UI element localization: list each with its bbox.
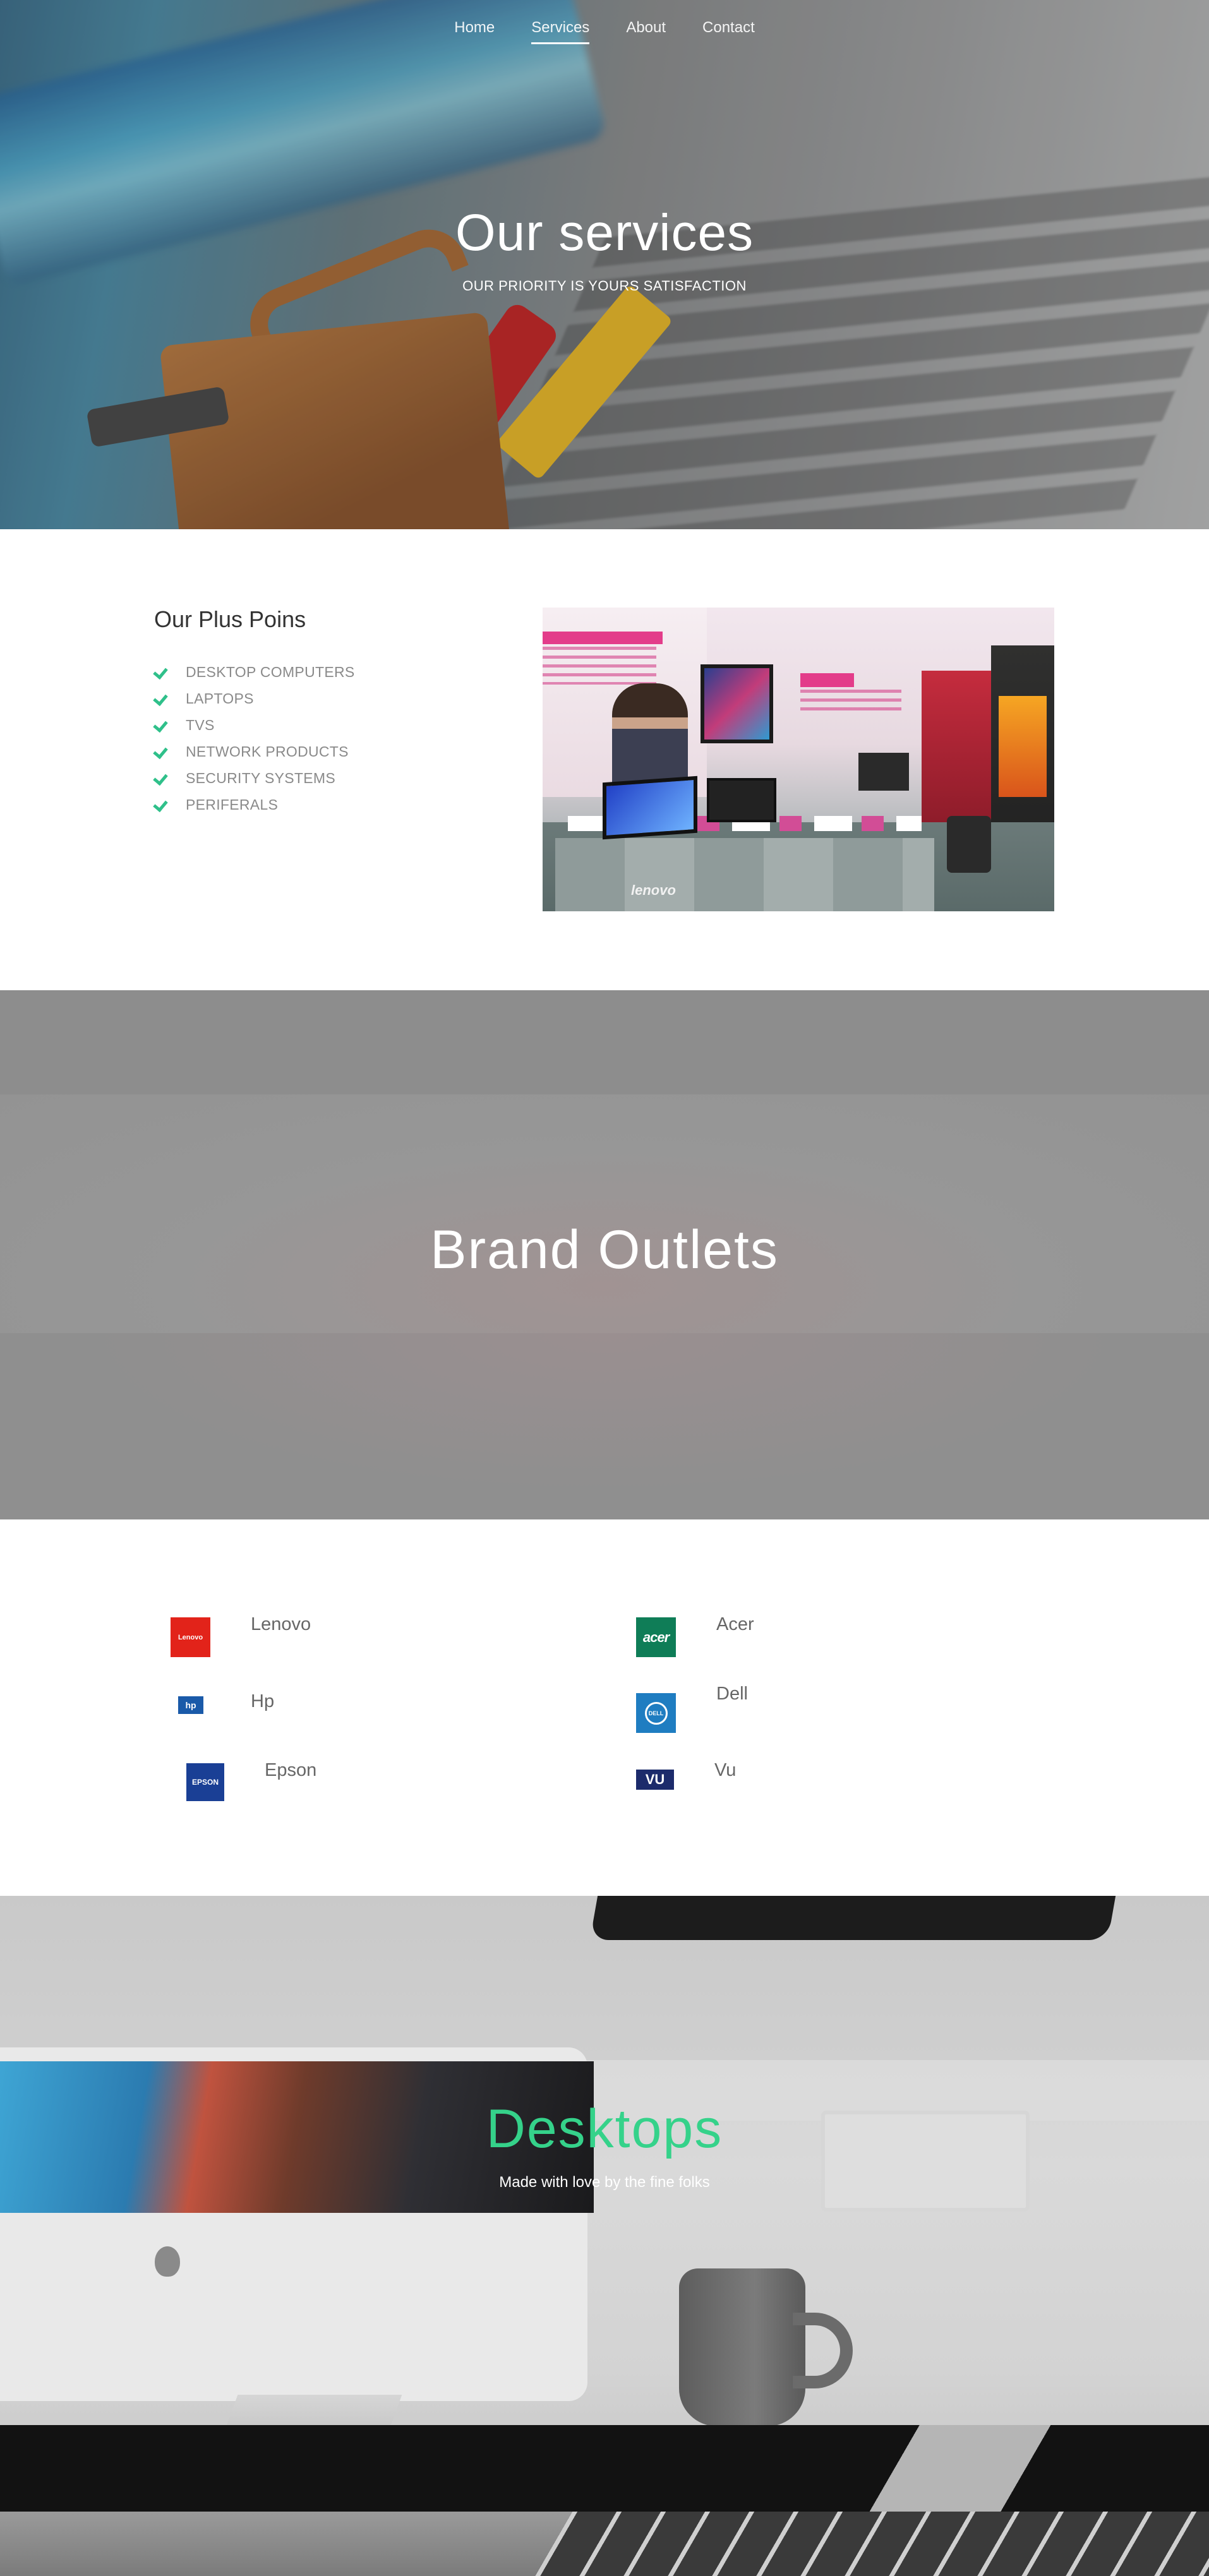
list-item-label: TVS bbox=[186, 716, 215, 733]
hero-overlay bbox=[0, 0, 1209, 529]
hp-logo-icon: hp bbox=[178, 1696, 203, 1714]
brand-name: Lenovo bbox=[251, 1614, 311, 1634]
list-item-label: SECURITY SYSTEMS bbox=[186, 769, 335, 786]
banner-background-band bbox=[0, 990, 1209, 1094]
store-counter-front bbox=[555, 838, 934, 911]
brand-name: Dell bbox=[716, 1684, 748, 1704]
banner-background-band bbox=[0, 1333, 1209, 1519]
check-icon bbox=[154, 692, 168, 705]
hero-section: Home Services About Contact Our services… bbox=[0, 0, 1209, 529]
check-icon bbox=[154, 771, 168, 785]
list-item-label: LAPTOPS bbox=[186, 690, 254, 707]
brand-name: Vu bbox=[714, 1760, 737, 1780]
store-poster-text bbox=[800, 690, 901, 715]
check-icon bbox=[154, 718, 168, 732]
check-icon bbox=[154, 745, 168, 758]
plus-points-title: Our Plus Poins bbox=[154, 606, 306, 632]
nav-about-link[interactable]: About bbox=[608, 19, 684, 40]
dell-logo-icon: DELL bbox=[636, 1693, 676, 1733]
dell-logo-text: DELL bbox=[644, 1701, 668, 1725]
list-item-label: NETWORK PRODUCTS bbox=[186, 743, 349, 760]
store-display-tv bbox=[701, 664, 773, 743]
store-brand-logo: lenovo bbox=[631, 882, 676, 898]
store-chair bbox=[947, 816, 991, 873]
nav-contact-link[interactable]: Contact bbox=[684, 19, 773, 40]
epson-logo-icon: EPSON bbox=[186, 1763, 224, 1801]
list-item: LAPTOPS bbox=[154, 685, 355, 712]
desk-mug-handle bbox=[793, 2313, 853, 2388]
list-item-label: DESKTOP COMPUTERS bbox=[186, 663, 355, 680]
store-poster bbox=[543, 632, 663, 644]
nav-services-link[interactable]: Services bbox=[513, 19, 608, 44]
brand-outlets-title: Brand Outlets bbox=[430, 1219, 779, 1280]
list-item: TVS bbox=[154, 712, 355, 738]
desk-dark-band-cut bbox=[821, 2425, 1099, 2512]
desktops-subtitle: Made with love by the fine folks bbox=[499, 2174, 710, 2191]
store-poster bbox=[800, 673, 854, 687]
check-icon bbox=[154, 798, 168, 812]
page-subtitle: OUR PRIORITY IS YOURS SATISFACTION bbox=[462, 278, 747, 294]
store-standee-art bbox=[999, 696, 1047, 797]
brand-outlets-section: Brand Outlets bbox=[0, 990, 1209, 1519]
page-title: Our services bbox=[455, 204, 754, 261]
desktops-title: Desktops bbox=[486, 2099, 723, 2159]
list-item: SECURITY SYSTEMS bbox=[154, 765, 355, 791]
brand-item-dell: DELL Dell bbox=[636, 1684, 748, 1733]
brand-name: Epson bbox=[265, 1760, 317, 1780]
store-laptop bbox=[603, 776, 697, 840]
brands-section: Lenovo Lenovo acer Acer hp Hp DELL Dell … bbox=[0, 1519, 1209, 1896]
store-laptop bbox=[707, 778, 776, 822]
brand-name: Hp bbox=[251, 1691, 275, 1711]
brand-name: Acer bbox=[716, 1614, 754, 1634]
desk-mug-image bbox=[679, 2268, 805, 2426]
lenovo-logo-icon: Lenovo bbox=[171, 1617, 210, 1657]
brand-item-acer: acer Acer bbox=[636, 1614, 754, 1657]
brand-item-epson: EPSON Epson bbox=[186, 1760, 317, 1801]
acer-logo-icon: acer bbox=[636, 1617, 676, 1657]
desktops-section: Desktops Made with love by the fine folk… bbox=[0, 1896, 1209, 2576]
vu-logo-icon: VU bbox=[636, 1770, 674, 1790]
list-item: NETWORK PRODUCTS bbox=[154, 738, 355, 765]
apple-logo-icon bbox=[155, 2246, 180, 2277]
plus-points-section: Our Plus Poins DESKTOP COMPUTERS LAPTOPS… bbox=[0, 529, 1209, 990]
main-nav: Home Services About Contact bbox=[0, 19, 1209, 44]
list-item: PERIFERALS bbox=[154, 791, 355, 818]
nav-home-link[interactable]: Home bbox=[436, 19, 513, 40]
store-banner bbox=[922, 671, 991, 822]
store-laptop bbox=[858, 753, 909, 791]
list-item-label: PERIFERALS bbox=[186, 796, 279, 813]
brand-item-vu: VU Vu bbox=[636, 1760, 736, 1790]
desk-notebook-image bbox=[589, 1896, 1116, 1940]
brand-item-lenovo: Lenovo Lenovo bbox=[171, 1614, 311, 1657]
store-poster-text bbox=[543, 647, 656, 685]
store-photo: lenovo bbox=[543, 608, 1054, 911]
plus-points-list: DESKTOP COMPUTERS LAPTOPS TVS NETWORK PR… bbox=[154, 659, 355, 818]
check-icon bbox=[154, 665, 168, 679]
banner-background-band bbox=[0, 1094, 1209, 1333]
desk-keyboard-image bbox=[514, 2512, 1209, 2576]
list-item: DESKTOP COMPUTERS bbox=[154, 659, 355, 685]
brand-item-hp: hp Hp bbox=[178, 1691, 274, 1714]
